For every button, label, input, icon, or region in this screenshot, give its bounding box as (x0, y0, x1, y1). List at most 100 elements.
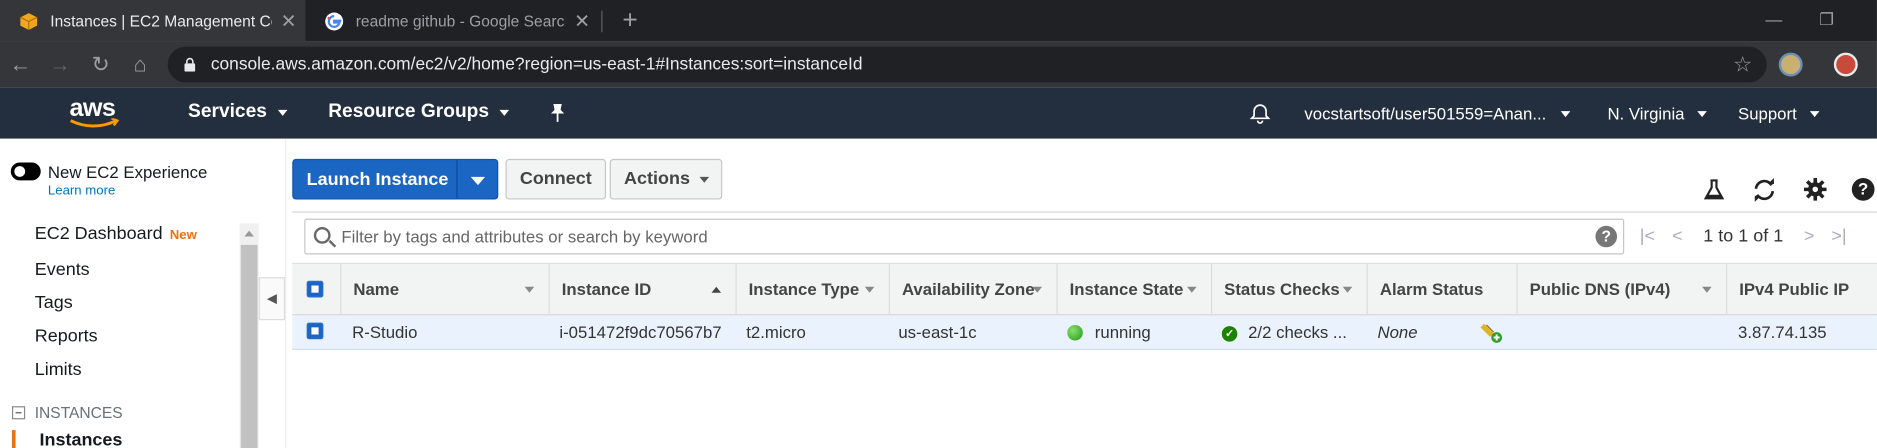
actions-label: Actions (624, 168, 690, 189)
collapse-section-icon (11, 406, 26, 420)
sort-icon (1702, 286, 1712, 293)
resource-groups-menu[interactable]: Resource Groups (328, 102, 510, 124)
close-tab-icon[interactable]: ✕ (565, 9, 599, 33)
avatar[interactable] (1833, 52, 1858, 77)
address-bar[interactable]: console.aws.amazon.com/ec2/v2/home?regio… (167, 46, 1767, 83)
instances-table-header: Name Instance ID Instance Type Availabil… (292, 262, 1877, 316)
column-label: Alarm Status (1379, 279, 1484, 299)
chevron-down-icon (277, 109, 288, 116)
home-icon[interactable]: ⌂ (123, 48, 157, 81)
create-alarm-icon[interactable] (1479, 320, 1503, 344)
account-menu[interactable]: vocstartsoft/user501559=Anan... (1304, 103, 1571, 124)
column-label: Instance ID (561, 279, 652, 299)
aws-smile-icon (70, 118, 120, 128)
column-header-instance-state[interactable]: Instance State (1056, 264, 1211, 316)
search-input[interactable] (341, 221, 1576, 253)
cell-status-checks[interactable]: ✓ 2/2 checks ... (1221, 315, 1351, 348)
cell-public-ip: 3.87.74.135 (1738, 322, 1827, 342)
column-header-status-checks[interactable]: Status Checks (1210, 264, 1367, 316)
gear-icon[interactable] (1803, 178, 1827, 201)
browser-tab-google[interactable]: readme github - Google Search ✕ (305, 0, 598, 42)
row-checkbox[interactable] (306, 322, 324, 340)
next-page-icon[interactable]: > (1804, 222, 1814, 251)
sidebar-item-label: EC2 Dashboard (34, 223, 163, 244)
running-status-icon (1067, 324, 1083, 341)
column-header-public-dns[interactable]: Public DNS (IPv4) (1516, 264, 1726, 316)
reload-icon[interactable]: ↻ (84, 48, 118, 81)
button-divider (456, 160, 458, 199)
chevron-down-icon (499, 109, 510, 116)
forward-icon[interactable]: → (43, 48, 77, 81)
back-icon[interactable]: ← (4, 48, 38, 81)
column-header-alarm-status[interactable]: Alarm Status (1366, 264, 1517, 316)
aws-logo[interactable]: aws (68, 94, 123, 130)
learn-more-link[interactable]: Learn more (48, 184, 115, 198)
help-icon[interactable]: ? (1851, 178, 1875, 201)
sidebar-item-ec2-dashboard[interactable]: EC2 Dashboard New (35, 223, 197, 243)
status-text: 2/2 checks ... (1248, 322, 1347, 342)
sort-ascending-icon (711, 286, 722, 293)
new-experience-toggle[interactable] (10, 162, 41, 181)
bookmark-star-icon[interactable]: ☆ (1733, 47, 1752, 83)
column-header-instance-type[interactable]: Instance Type (735, 264, 888, 316)
launch-instance-button[interactable]: Launch Instance (292, 158, 499, 200)
column-label: Status Checks (1224, 279, 1340, 299)
refresh-icon[interactable] (1751, 178, 1777, 202)
aws-box-icon (20, 12, 38, 30)
flask-icon[interactable] (1702, 178, 1726, 202)
select-all-checkbox[interactable] (306, 280, 324, 298)
bell-icon[interactable] (1249, 103, 1271, 125)
column-header-public-ip[interactable]: IPv4 Public IP (1726, 264, 1877, 316)
connect-button[interactable]: Connect (505, 158, 607, 200)
browser-tab-ec2[interactable]: Instances | EC2 Management Con ✕ (0, 0, 306, 42)
state-text: running (1094, 322, 1151, 342)
chevron-down-icon (1809, 110, 1820, 117)
sidebar-item-reports[interactable]: Reports (35, 326, 98, 346)
cell-availability-zone: us-east-1c (898, 322, 977, 342)
column-label: Public DNS (IPv4) (1529, 279, 1671, 299)
aws-header: aws Services Resource Groups vocstartsof… (0, 87, 1877, 139)
scrollbar-thumb[interactable] (240, 244, 258, 448)
sort-icon (1032, 286, 1043, 293)
table-row[interactable]: R-Studio i-051472f9dc70567b7 t2.micro us… (292, 315, 1877, 351)
services-menu[interactable]: Services (188, 102, 288, 124)
extension-icon[interactable] (1778, 52, 1803, 77)
region-menu[interactable]: N. Virginia (1607, 103, 1708, 124)
tab-divider (601, 10, 603, 33)
sidebar-item-limits[interactable]: Limits (35, 360, 82, 380)
account-label: vocstartsoft/user501559=Anan... (1304, 103, 1547, 124)
region-label: N. Virginia (1607, 103, 1685, 124)
sidebar-section-instances[interactable]: INSTANCES (11, 404, 123, 422)
sidebar-item-instances[interactable]: Instances (11, 430, 122, 448)
collapse-sidebar-icon[interactable]: ◀ (258, 277, 286, 321)
column-header-instance-id[interactable]: Instance ID (548, 264, 736, 316)
filter-help-icon[interactable]: ? (1595, 225, 1618, 248)
chevron-down-icon (1697, 110, 1708, 117)
pin-icon[interactable] (549, 103, 567, 123)
minimize-icon[interactable]: — (1748, 0, 1801, 39)
column-label: Instance Type (748, 279, 860, 299)
new-tab-icon[interactable]: + (613, 5, 647, 38)
google-icon (325, 11, 344, 30)
sidebar-item-events[interactable]: Events (35, 259, 90, 279)
prev-page-icon[interactable]: < (1672, 222, 1682, 251)
sort-icon (864, 286, 875, 293)
last-page-icon[interactable]: >| (1831, 222, 1846, 251)
column-header-availability-zone[interactable]: Availability Zone (888, 264, 1057, 316)
close-tab-icon[interactable]: ✕ (272, 9, 306, 33)
scroll-up-icon[interactable] (244, 230, 254, 237)
sidebar-scrollbar[interactable] (239, 223, 259, 448)
actions-button[interactable]: Actions (609, 158, 723, 200)
new-experience-label: New EC2 Experience (47, 162, 208, 182)
first-page-icon[interactable]: |< (1640, 222, 1655, 251)
url-text: console.aws.amazon.com/ec2/v2/home?regio… (210, 54, 863, 75)
cell-alarm-status: None (1377, 322, 1418, 342)
column-header-name[interactable]: Name (340, 264, 548, 316)
browser-toolbar: ← → ↻ ⌂ console.aws.amazon.com/ec2/v2/ho… (0, 41, 1877, 88)
chevron-down-icon (1560, 110, 1571, 117)
maximize-icon[interactable]: ❐ (1800, 0, 1853, 39)
sidebar-item-tags[interactable]: Tags (35, 293, 73, 313)
support-menu[interactable]: Support (1738, 104, 1820, 123)
launch-dropdown-icon[interactable] (470, 176, 486, 186)
content-divider (285, 138, 287, 448)
